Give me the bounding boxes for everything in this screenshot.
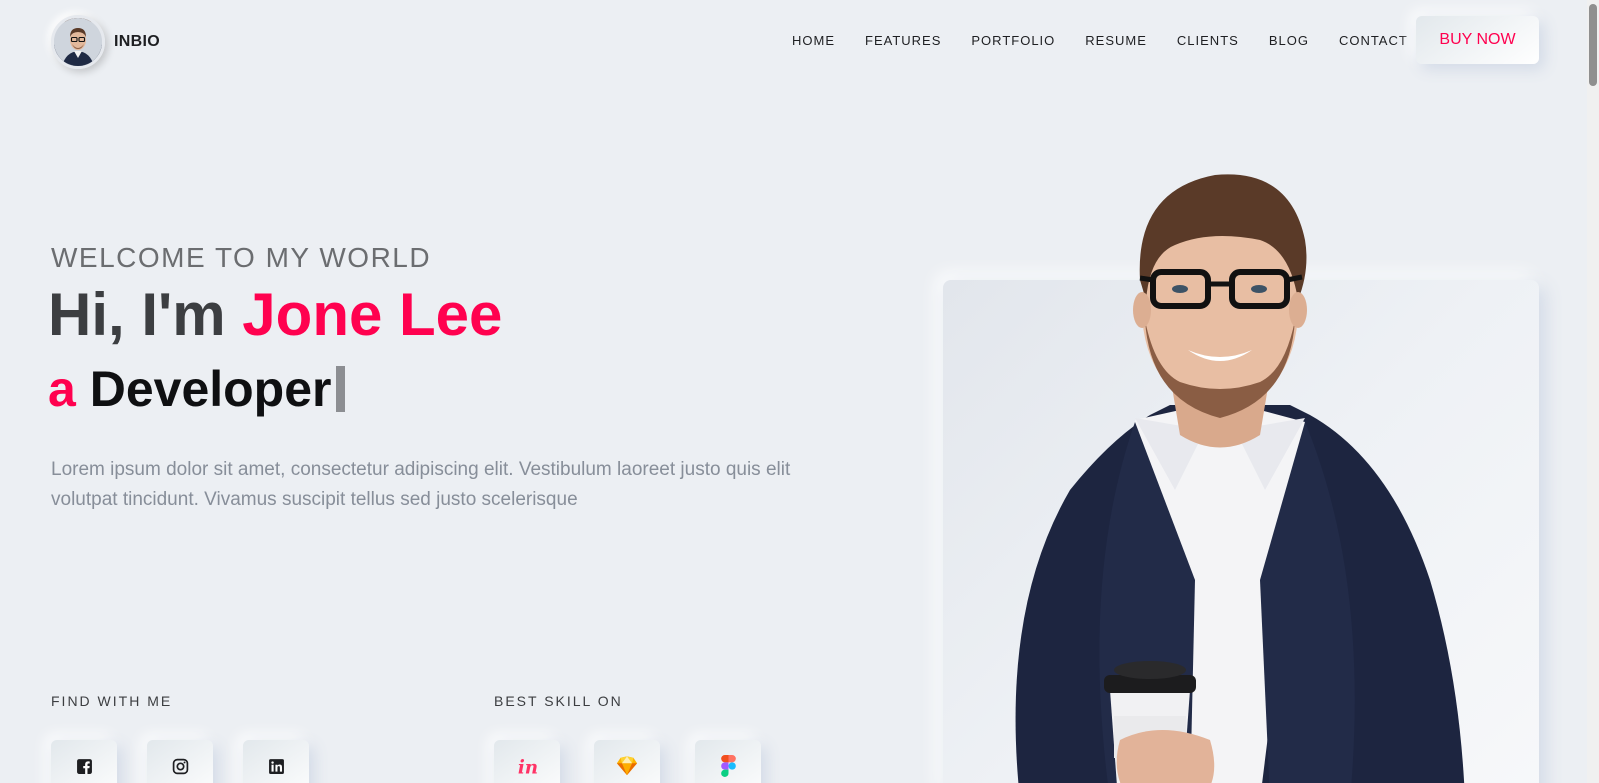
instagram-icon [172, 758, 188, 774]
linkedin-icon [268, 758, 284, 774]
page: INBIO HOME FEATURES PORTFOLIO RESUME CLI… [0, 0, 1599, 783]
nav-features[interactable]: FEATURES [865, 33, 941, 48]
hero-name: Jone Lee [242, 281, 503, 348]
brand-name[interactable]: INBIO [114, 33, 160, 51]
brand[interactable]: INBIO [51, 15, 160, 69]
nav-home[interactable]: HOME [792, 33, 835, 48]
sketch-icon [616, 756, 638, 776]
scrollbar[interactable] [1587, 0, 1599, 783]
hero-title-prefix: Hi, I'm [48, 281, 243, 348]
facebook-icon [76, 758, 92, 774]
buy-now-button[interactable]: BUY NOW [1416, 16, 1539, 64]
nav-contact[interactable]: CONTACT [1339, 33, 1408, 48]
find-with-me-label: FIND WITH ME [51, 693, 173, 709]
hero-title: Hi, I'm Jone Lee [48, 280, 502, 349]
avatar[interactable] [51, 15, 105, 69]
nav-resume[interactable]: RESUME [1085, 33, 1147, 48]
nav-blog[interactable]: BLOG [1269, 33, 1309, 48]
nav-clients[interactable]: CLIENTS [1177, 33, 1239, 48]
facebook-button[interactable] [51, 740, 117, 783]
typing-cursor [335, 366, 345, 412]
hero-role: a Developer [48, 360, 345, 418]
main-nav: HOME FEATURES PORTFOLIO RESUME CLIENTS B… [792, 33, 1438, 48]
role-article: a [48, 361, 76, 417]
sketch-button[interactable] [594, 740, 660, 783]
svg-text:in: in [518, 757, 538, 777]
instagram-button[interactable] [147, 740, 213, 783]
invision-icon: in [518, 757, 538, 777]
invision-button[interactable]: in [494, 740, 560, 783]
hero-description: Lorem ipsum dolor sit amet, consectetur … [51, 459, 791, 510]
figma-icon [720, 755, 736, 777]
linkedin-button[interactable] [243, 740, 309, 783]
portrait-image [1015, 174, 1465, 783]
figma-button[interactable] [695, 740, 761, 783]
role-text: Developer [89, 361, 332, 417]
site-header: INBIO HOME FEATURES PORTFOLIO RESUME CLI… [0, 0, 1599, 84]
scroll-thumb[interactable] [1589, 4, 1597, 86]
hero-subtitle: WELCOME TO MY WORLD [51, 242, 432, 273]
nav-portfolio[interactable]: PORTFOLIO [971, 33, 1055, 48]
best-skill-label: BEST SKILL ON [494, 693, 623, 709]
